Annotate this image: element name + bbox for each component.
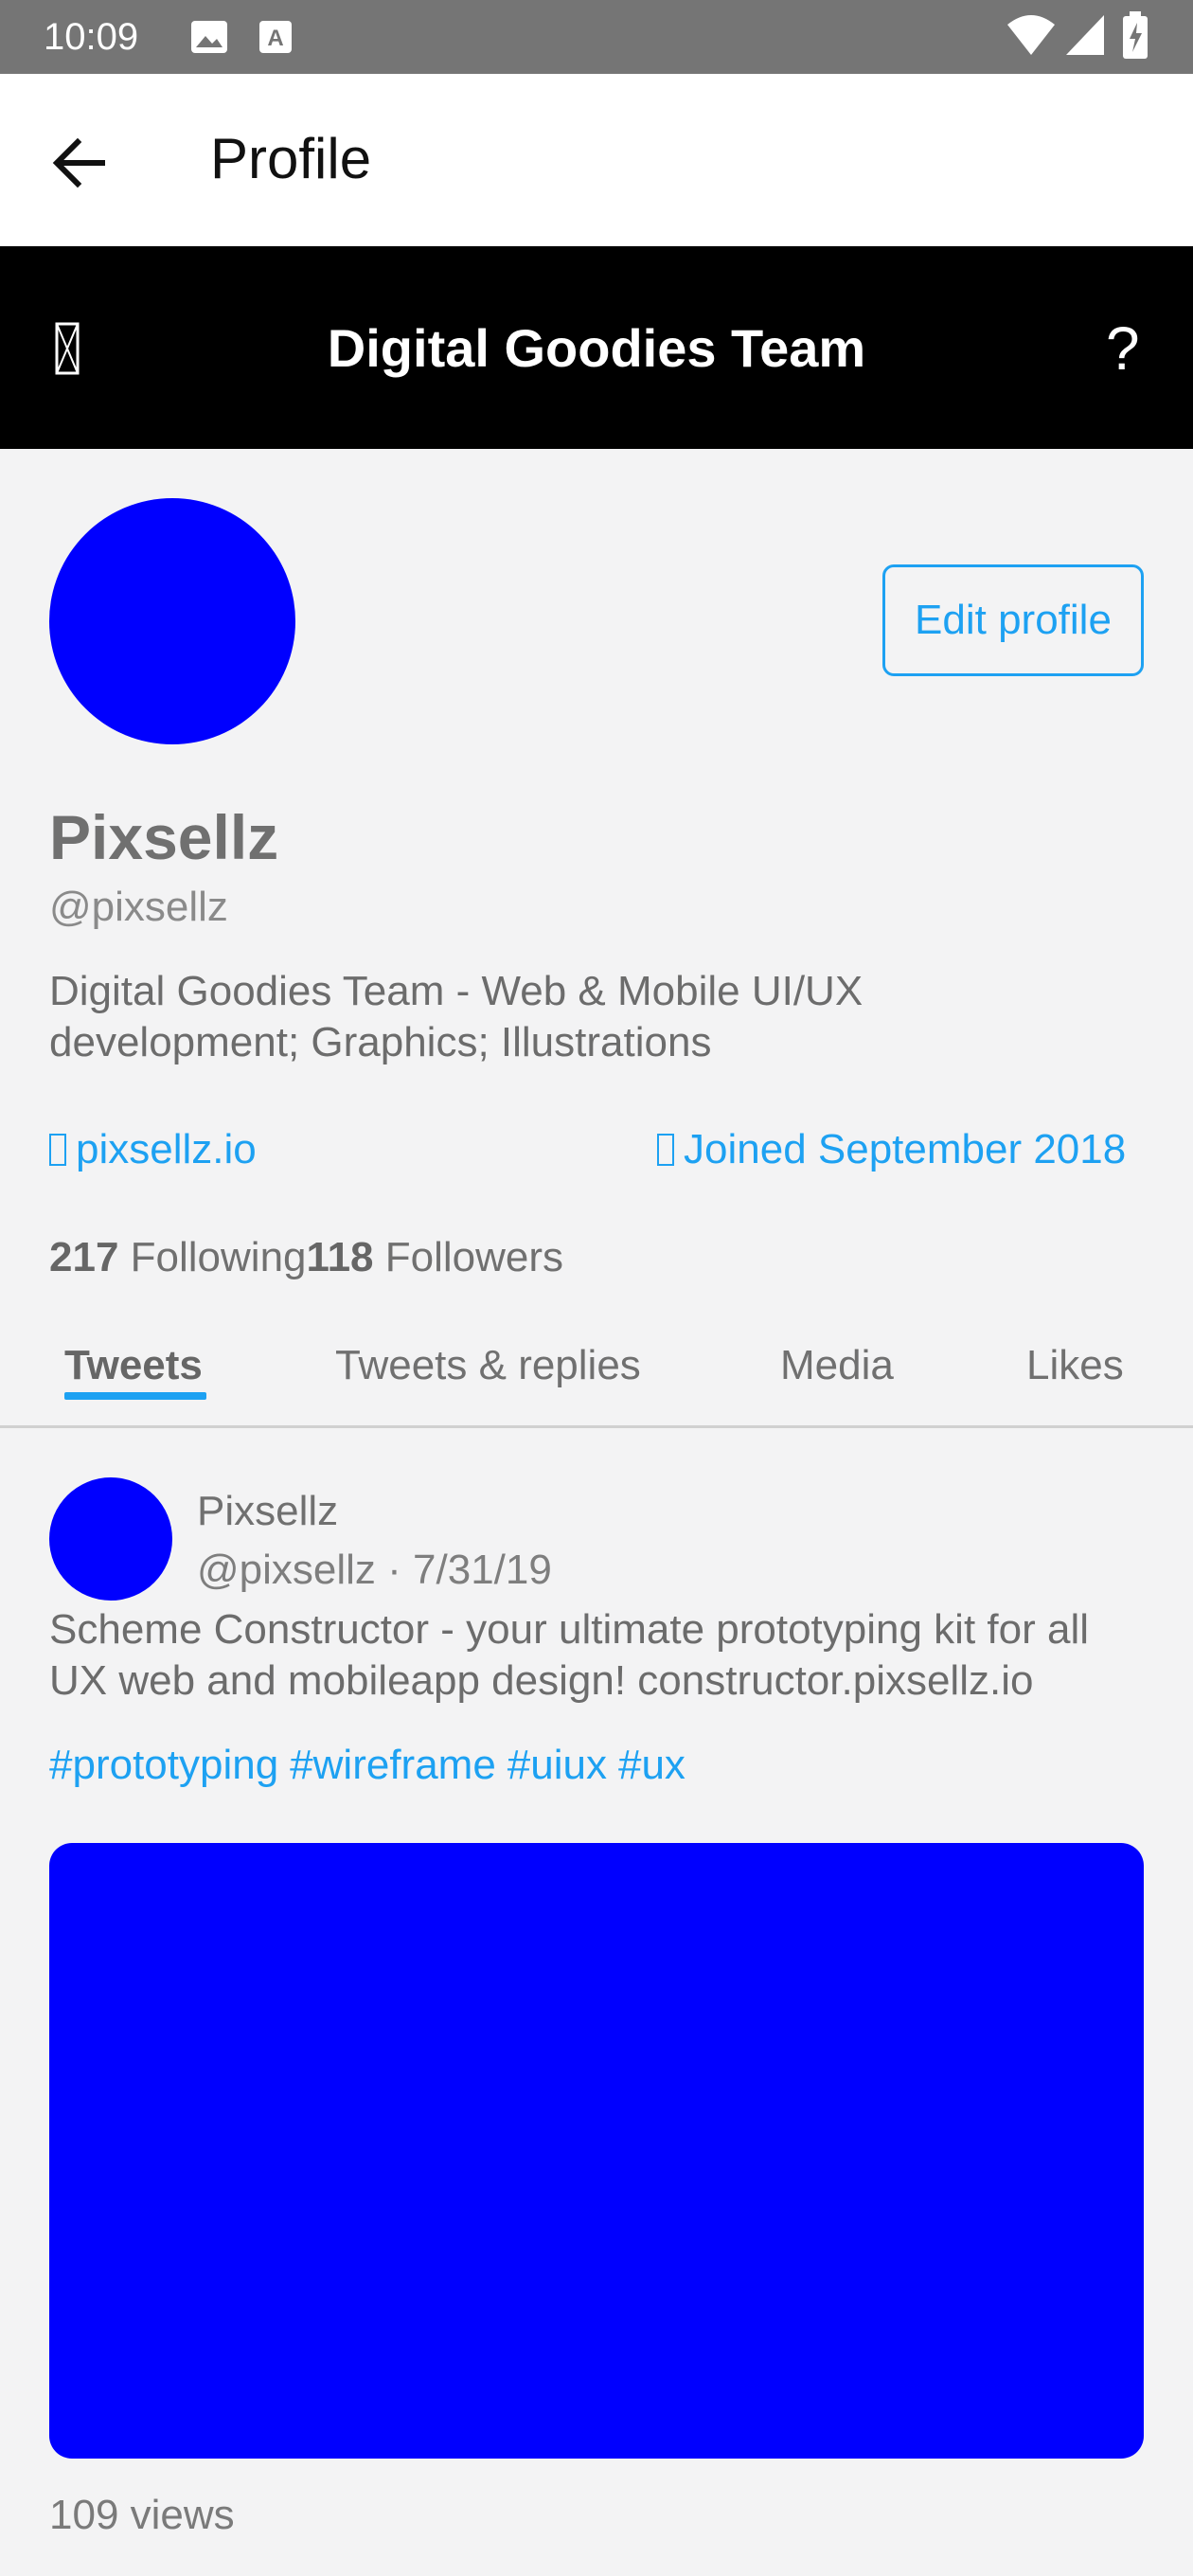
tweet-avatar[interactable] <box>49 1477 172 1601</box>
tab-tweets-replies[interactable]: Tweets & replies <box>335 1335 641 1396</box>
tab-likes[interactable]: Likes <box>1026 1335 1124 1396</box>
following-link[interactable]: 217 Following <box>49 1234 307 1280</box>
tweet-text: Scheme Constructor - your ultimate proto… <box>49 1606 1090 1704</box>
calendar-icon <box>657 1134 674 1166</box>
followers-link[interactable]: 118 Followers <box>307 1234 564 1280</box>
joined-date: Joined September 2018 <box>657 1121 1126 1178</box>
tab-tweets[interactable]: Tweets <box>64 1335 203 1396</box>
profile-handle: @pixsellz <box>49 884 228 930</box>
wifi-icon <box>1007 15 1055 55</box>
tweet-views: 109 views <box>49 2492 235 2538</box>
hashtag-link[interactable]: #wireframe <box>290 1742 496 1788</box>
image-icon <box>191 21 227 53</box>
svg-text:A: A <box>267 26 283 51</box>
link-icon <box>49 1134 66 1166</box>
status-bar: 10:09 A <box>0 0 1193 74</box>
status-time: 10:09 <box>44 16 139 58</box>
tab-media[interactable]: Media <box>780 1335 894 1396</box>
help-icon[interactable]: ? <box>1106 314 1140 383</box>
follow-stats: 217 Following118 Followers <box>49 1229 563 1286</box>
website-label: pixsellz.io <box>76 1126 257 1172</box>
missing-glyph-icon[interactable] <box>55 322 80 375</box>
edit-profile-button[interactable]: Edit profile <box>882 564 1144 676</box>
text-a-icon: A <box>259 21 292 53</box>
profile-bio: Digital Goodies Team - Web & Mobile UI/U… <box>49 968 864 1065</box>
tweet-media-image[interactable] <box>49 1843 1144 2459</box>
page-title: Profile <box>210 127 372 190</box>
back-arrow-icon[interactable] <box>51 136 108 189</box>
battery-charging-icon <box>1123 11 1148 59</box>
profile-header-bar: Digital Goodies Team ? <box>0 246 1193 449</box>
avatar[interactable] <box>49 498 295 744</box>
followers-count: 118 <box>306 1234 374 1280</box>
header-title: Digital Goodies Team <box>327 318 866 378</box>
hashtag-link[interactable]: #prototyping <box>49 1742 278 1788</box>
hashtag-link[interactable]: #ux <box>618 1742 686 1788</box>
website-link[interactable]: pixsellz.io <box>49 1121 257 1178</box>
joined-label: Joined September 2018 <box>684 1126 1127 1172</box>
profile-name: Pixsellz <box>49 802 279 872</box>
divider <box>0 1425 1193 1428</box>
followers-label: Followers <box>384 1234 564 1280</box>
app-bar: Profile <box>0 74 1193 246</box>
active-tab-indicator <box>64 1392 206 1400</box>
following-count: 217 <box>49 1234 119 1280</box>
tweet-author-name[interactable]: Pixsellz <box>197 1483 338 1540</box>
tweet-hashtags: #prototyping #wireframe #uiux #ux <box>49 1737 697 1794</box>
following-label: Following <box>130 1234 307 1280</box>
tweet-meta: @pixsellz · 7/31/19 <box>197 1547 552 1593</box>
signal-icon <box>1066 15 1104 55</box>
hashtag-link[interactable]: #uiux <box>507 1742 607 1788</box>
